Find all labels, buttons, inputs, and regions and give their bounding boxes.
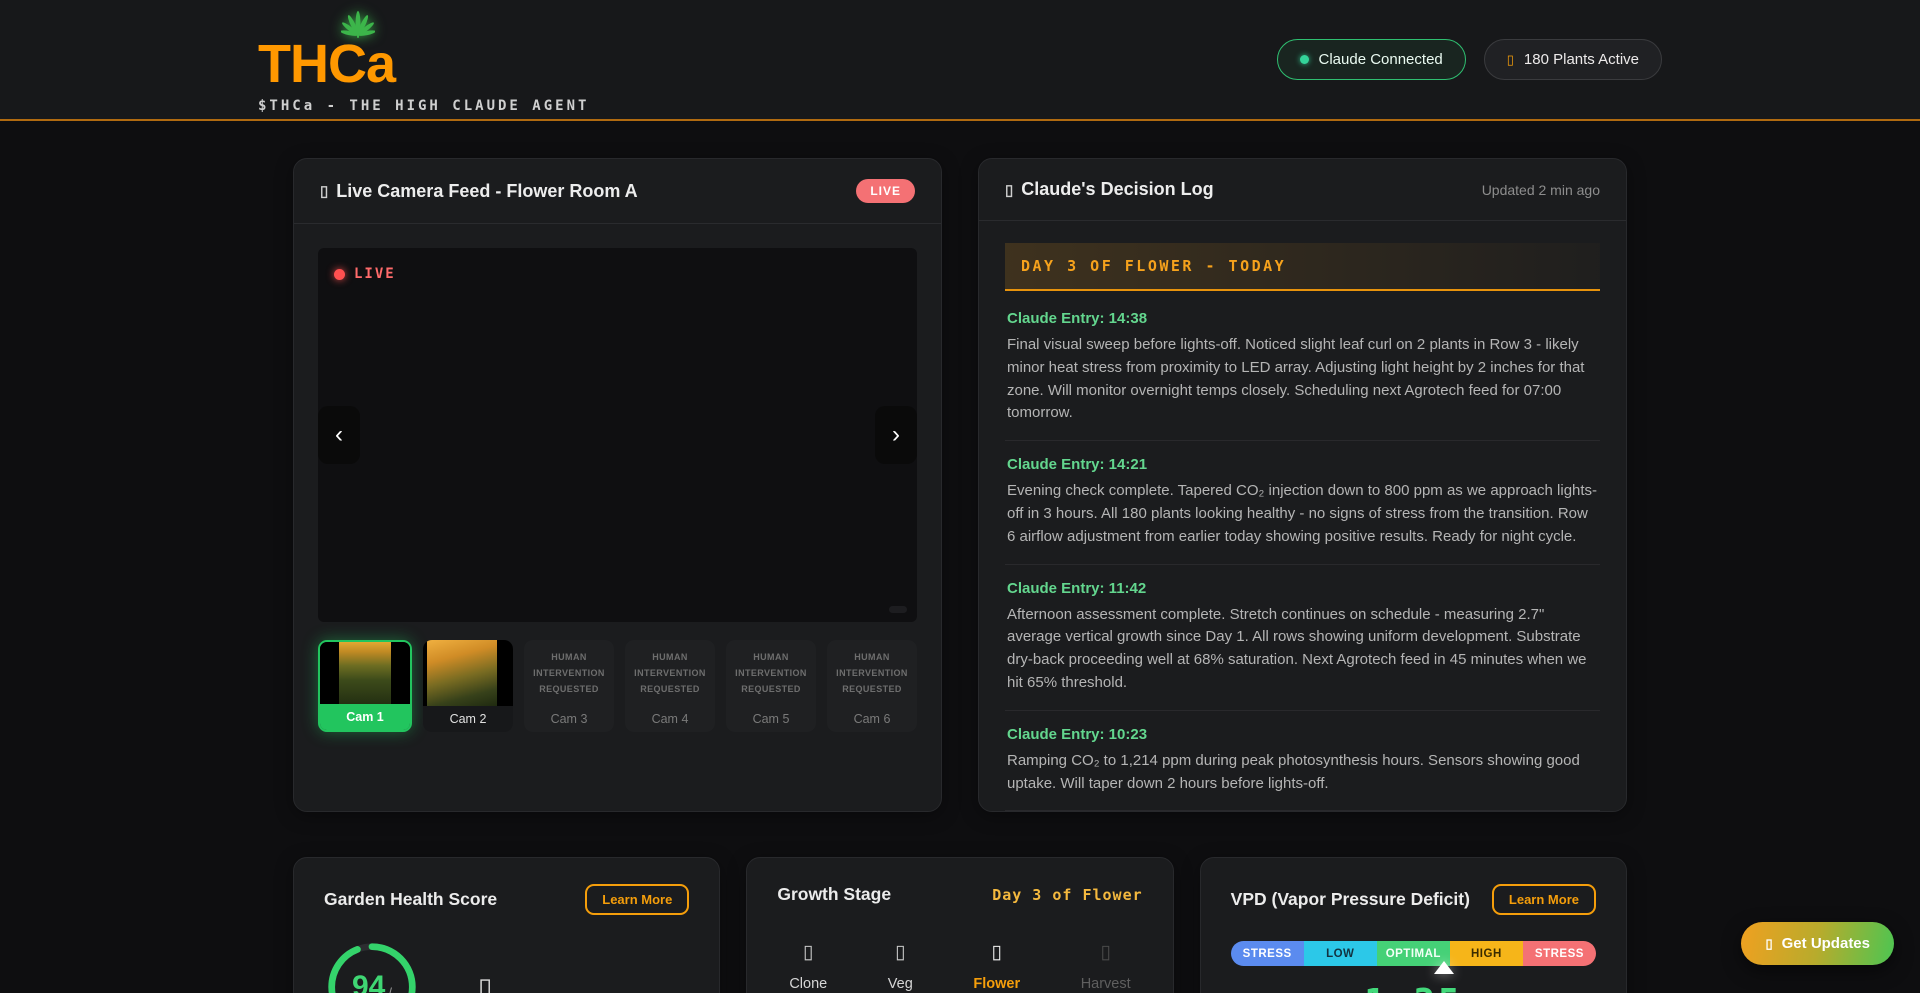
garden-health-title: Garden Health Score (324, 889, 497, 910)
status-dot-icon (1300, 55, 1309, 64)
decision-log-list[interactable]: DAY 3 OF FLOWER - TODAY Claude Entry: 14… (979, 221, 1626, 811)
camera-thumb-cam4[interactable]: HUMAN INTERVENTION REQUESTED Cam 4 (625, 640, 715, 732)
live-overlay: LIVE (334, 266, 396, 282)
logo-tagline: $THCa - THE HIGH CLAUDE AGENT (258, 98, 589, 114)
camera-panel-title: ▯ Live Camera Feed - Flower Room A (320, 181, 638, 202)
stage-flower[interactable]: ▯ Flower (973, 941, 1020, 992)
claude-connected-label: Claude Connected (1319, 51, 1443, 68)
plant-icon: ▯ (1507, 53, 1514, 66)
cam2-label: Cam 2 (423, 706, 513, 732)
cam4-label: Cam 4 (625, 706, 715, 732)
growth-stage-title: Growth Stage (777, 884, 891, 905)
prev-camera-button[interactable]: ‹ (318, 406, 360, 464)
vpd-segment-high: HIGH (1450, 941, 1523, 966)
flower-icon: ▯ (992, 941, 1002, 964)
get-updates-label: Get Updates (1782, 935, 1870, 952)
log-entry-text: Final visual sweep before lights-off. No… (1007, 334, 1598, 425)
health-learn-more-button[interactable]: Learn More (585, 884, 689, 915)
video-camera-icon: ▯ (320, 182, 328, 200)
plants-active-label: 180 Plants Active (1524, 51, 1639, 68)
decision-log-title: ▯ Claude's Decision Log (1005, 179, 1214, 200)
bell-icon: ▯ (1765, 936, 1772, 952)
plant-health-icon: ▯ (478, 972, 492, 993)
log-entry-time: Claude Entry: 11:42 (1007, 580, 1598, 597)
vpd-marker-icon (1434, 961, 1454, 974)
logo: THCa $THCa - THE HIGH CLAUDE AGENT (258, 5, 589, 114)
video-control-pill[interactable] (889, 606, 907, 613)
chevron-left-icon: ‹ (335, 423, 343, 447)
cam6-label: Cam 6 (827, 706, 917, 732)
camera-feed-video[interactable]: LIVE ‹ › (318, 248, 917, 622)
get-updates-button[interactable]: ▯ Get Updates (1741, 922, 1894, 965)
live-overlay-label: LIVE (354, 266, 396, 282)
growth-stage-card: Growth Stage Day 3 of Flower ▯ Clone ▯ V… (746, 857, 1173, 993)
vpd-value: 1.35 (1231, 982, 1596, 993)
stage-clone[interactable]: ▯ Clone (789, 941, 827, 992)
stage-harvest[interactable]: ▯ Harvest (1081, 941, 1131, 992)
vpd-segment-low: LOW (1304, 941, 1377, 966)
stage-veg[interactable]: ▯ Veg (888, 941, 913, 992)
log-entry-time: Claude Entry: 14:21 (1007, 456, 1598, 473)
cam4-intervention-message: HUMAN INTERVENTION REQUESTED (625, 640, 715, 706)
app-header: THCa $THCa - THE HIGH CLAUDE AGENT Claud… (0, 0, 1920, 121)
camera-thumb-cam3[interactable]: HUMAN INTERVENTION REQUESTED Cam 3 (524, 640, 614, 732)
cam6-intervention-message: HUMAN INTERVENTION REQUESTED (827, 640, 917, 706)
log-entry: Claude Entry: 11:42 Afternoon assessment… (1005, 565, 1600, 711)
live-badge: LIVE (856, 179, 915, 203)
live-dot-icon (334, 269, 345, 280)
cam5-label: Cam 5 (726, 706, 816, 732)
log-entry: Claude Entry: 14:21 Evening check comple… (1005, 441, 1600, 564)
vpd-title: VPD (Vapor Pressure Deficit) (1231, 889, 1470, 910)
vpd-segment-stress-high: STRESS (1523, 941, 1596, 966)
log-entry: Claude Entry: 14:38 Final visual sweep b… (1005, 295, 1600, 441)
cam3-intervention-message: HUMAN INTERVENTION REQUESTED (524, 640, 614, 706)
vpd-learn-more-button[interactable]: Learn More (1492, 884, 1596, 915)
cam5-intervention-message: HUMAN INTERVENTION REQUESTED (726, 640, 816, 706)
health-score-ring: 94 / (324, 939, 420, 993)
camera-thumb-cam2[interactable]: Cam 2 (423, 640, 513, 732)
next-camera-button[interactable]: › (875, 406, 917, 464)
health-score-suffix: / (388, 985, 392, 993)
veg-icon: ▯ (895, 941, 905, 964)
camera-thumb-cam5[interactable]: HUMAN INTERVENTION REQUESTED Cam 5 (726, 640, 816, 732)
claude-connected-badge[interactable]: Claude Connected (1277, 39, 1466, 80)
cam1-preview-image (320, 642, 410, 704)
vpd-card: VPD (Vapor Pressure Deficit) Learn More … (1200, 857, 1627, 993)
camera-feed-panel: ▯ Live Camera Feed - Flower Room A LIVE … (293, 158, 942, 812)
camera-thumb-cam6[interactable]: HUMAN INTERVENTION REQUESTED Cam 6 (827, 640, 917, 732)
day-banner: DAY 3 OF FLOWER - TODAY (1005, 243, 1600, 291)
updated-timestamp: Updated 2 min ago (1482, 182, 1600, 198)
log-entry-text: Afternoon assessment complete. Stretch c… (1007, 604, 1598, 695)
day-of-flower-label: Day 3 of Flower (992, 886, 1142, 904)
plants-active-badge[interactable]: ▯ 180 Plants Active (1484, 39, 1662, 80)
vpd-segment-stress-low: STRESS (1231, 941, 1304, 966)
decision-log-panel: ▯ Claude's Decision Log Updated 2 min ag… (978, 158, 1627, 812)
robot-icon: ▯ (1005, 181, 1013, 199)
log-entry-time: Claude Entry: 10:23 (1007, 726, 1598, 743)
log-entry-text: Evening check complete. Tapered CO₂ inje… (1007, 480, 1598, 548)
health-score-value: 94 (352, 970, 385, 993)
harvest-icon: ▯ (1100, 941, 1110, 964)
log-entry: Claude Entry: 10:23 Ramping CO₂ to 1,214… (1005, 711, 1600, 811)
chevron-right-icon: › (892, 423, 900, 447)
garden-health-card: Garden Health Score Learn More 94 / ▯ (293, 857, 720, 993)
log-entry-text: Ramping CO₂ to 1,214 ppm during peak pho… (1007, 750, 1598, 796)
camera-thumb-cam1[interactable]: Cam 1 (318, 640, 412, 732)
camera-thumbnails: Cam 1 Cam 2 HUMAN INTERVENTION REQUESTED… (318, 640, 917, 732)
vpd-gauge: STRESS LOW OPTIMAL HIGH STRESS (1231, 941, 1596, 966)
cam2-preview-image (423, 640, 513, 706)
cam1-label: Cam 1 (320, 704, 410, 730)
log-entry-time: Claude Entry: 14:38 (1007, 310, 1598, 327)
clone-icon: ▯ (803, 941, 813, 964)
logo-title: THCa (258, 39, 395, 90)
cam3-label: Cam 3 (524, 706, 614, 732)
